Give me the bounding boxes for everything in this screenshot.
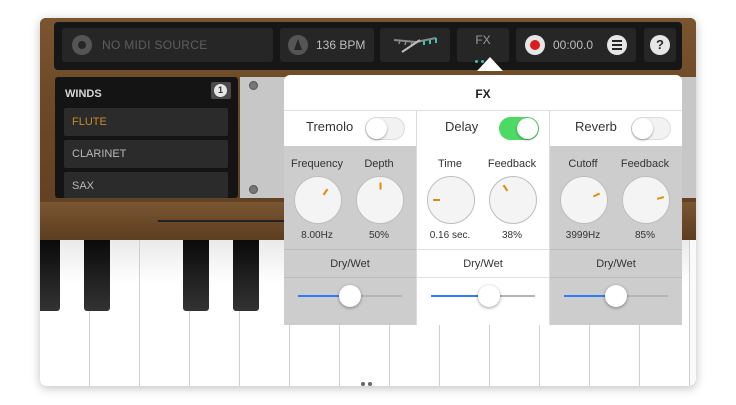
delay-knobs: Time Feedback 0.16 sec. 38% xyxy=(417,146,549,249)
preset-item-label: FLUTE xyxy=(72,116,107,128)
tremolo-section: Tremolo Frequency Depth 8.00Hz 50% Dry/W… xyxy=(284,111,416,325)
feedback-knob[interactable] xyxy=(489,176,537,224)
preset-count: 1 xyxy=(214,84,227,97)
tempo-button[interactable]: 136 BPM xyxy=(280,28,374,62)
preset-item-clarinet[interactable]: CLARINET xyxy=(64,140,228,168)
black-key[interactable] xyxy=(40,240,60,311)
knob-label: Cutoff xyxy=(568,158,598,170)
preset-count-badge[interactable]: 1 xyxy=(211,82,231,99)
fx-button-label: FX xyxy=(475,33,491,47)
reverb-dry-wet-zone xyxy=(550,278,682,325)
dry-wet-label: Dry/Wet xyxy=(417,249,549,278)
preset-item-label: SAX xyxy=(72,180,95,192)
delay-section: Delay Time Feedback 0.16 sec. 38% Dry/We… xyxy=(417,111,549,325)
slider-thumb[interactable] xyxy=(478,285,501,307)
black-key[interactable] xyxy=(84,240,110,311)
preset-category: WINDS xyxy=(65,88,102,100)
midi-source-button[interactable]: NO MIDI SOURCE xyxy=(62,28,273,62)
cutoff-knob[interactable] xyxy=(560,176,608,224)
help-button[interactable]: ? xyxy=(650,35,670,55)
depth-knob[interactable] xyxy=(356,176,404,224)
help-segment: ? xyxy=(644,28,676,62)
midi-icon xyxy=(72,35,92,55)
preset-item-sax[interactable]: SAX xyxy=(64,172,228,198)
page-indicator xyxy=(361,373,375,386)
knob-value: 8.00Hz xyxy=(301,230,333,241)
preset-list: WINDS 1 FLUTE CLARINET SAX xyxy=(55,77,238,198)
delay-dry-wet-zone xyxy=(417,278,549,325)
feedback-knob[interactable] xyxy=(622,176,670,224)
knob-value: 85% xyxy=(634,230,655,241)
black-key[interactable] xyxy=(183,240,209,311)
knob-value: 50% xyxy=(368,230,389,241)
record-button[interactable] xyxy=(525,35,545,55)
metronome-icon xyxy=(288,35,308,55)
knob-value: 0.16 sec. xyxy=(429,230,471,241)
preset-item-flute[interactable]: FLUTE xyxy=(64,108,228,136)
effect-name: Reverb xyxy=(575,119,617,134)
delay-toggle[interactable] xyxy=(499,117,539,140)
dry-wet-label: Dry/Wet xyxy=(550,249,682,278)
screw-icon xyxy=(249,185,258,194)
tuner-icon xyxy=(393,37,437,53)
preset-item-label: CLARINET xyxy=(72,148,127,160)
time-knob[interactable] xyxy=(427,176,475,224)
knob-label: Feedback xyxy=(620,158,670,170)
screw-icon xyxy=(249,81,258,90)
popover-arrow xyxy=(477,57,503,71)
bpm-label: 136 BPM xyxy=(316,38,366,52)
recordings-menu-button[interactable] xyxy=(607,35,627,55)
tremolo-dry-wet-slider[interactable] xyxy=(298,285,402,307)
tuner-button[interactable] xyxy=(380,28,450,62)
reverb-knobs: Cutoff Feedback 3999Hz 85% xyxy=(550,146,682,249)
knob-label: Feedback xyxy=(487,158,537,170)
delay-dry-wet-slider[interactable] xyxy=(431,285,535,307)
tremolo-knobs: Frequency Depth 8.00Hz 50% xyxy=(284,146,416,249)
fx-popover: FX Tremolo Frequency Depth 8.00Hz 50% Dr… xyxy=(284,75,682,325)
frequency-knob[interactable] xyxy=(294,176,342,224)
reverb-toggle[interactable] xyxy=(631,117,671,140)
effect-name: Delay xyxy=(445,119,479,134)
reverb-section: Reverb Cutoff Feedback 3999Hz 85% Dry/We… xyxy=(550,111,682,325)
effect-name: Tremolo xyxy=(306,119,354,134)
knob-label: Depth xyxy=(364,158,394,170)
dry-wet-label: Dry/Wet xyxy=(284,249,416,278)
reverb-dry-wet-slider[interactable] xyxy=(564,285,668,307)
knob-label: Frequency xyxy=(291,158,343,170)
time-readout: 00:00.0 xyxy=(553,38,594,52)
panel-divider xyxy=(158,220,298,222)
tremolo-toggle[interactable] xyxy=(365,117,405,140)
top-toolbar: NO MIDI SOURCE 136 BPM FX 00:00.0 ? xyxy=(54,22,682,70)
knob-value: 3999Hz xyxy=(565,230,601,241)
slider-thumb[interactable] xyxy=(605,285,627,307)
slider-thumb[interactable] xyxy=(339,285,361,307)
tremolo-dry-wet-zone xyxy=(284,278,416,325)
recorder-controls: 00:00.0 xyxy=(516,28,636,62)
black-key[interactable] xyxy=(233,240,259,311)
midi-source-label: NO MIDI SOURCE xyxy=(102,38,208,52)
knob-label: Time xyxy=(437,158,463,170)
knob-value: 38% xyxy=(501,230,522,241)
fx-title: FX xyxy=(475,87,491,101)
